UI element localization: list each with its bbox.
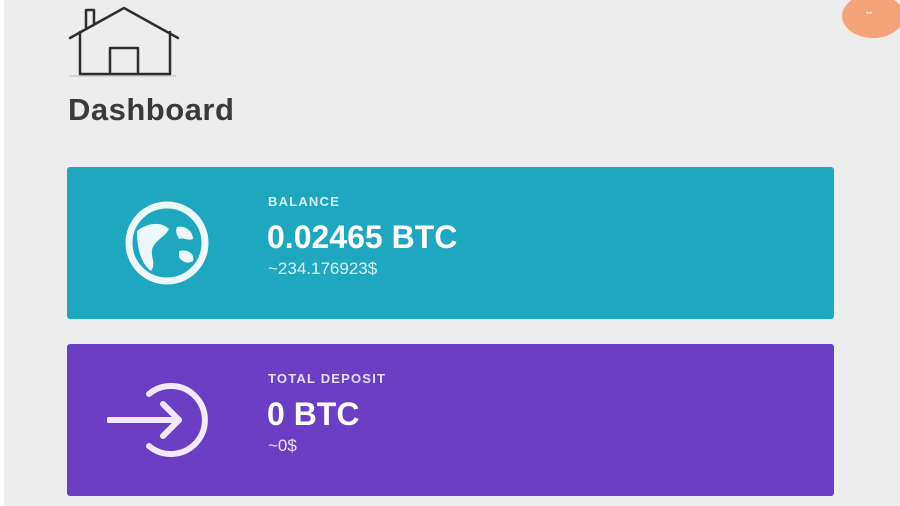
page-title: Dashboard [68,92,235,127]
balance-card[interactable]: BALANCE 0.02465 BTC ~234.176923$ [67,167,834,319]
balance-value: 0.02465 BTC [267,219,458,255]
globe-icon [125,201,209,285]
total-deposit-card[interactable]: TOTAL DEPOSIT 0 BTC ~0$ [67,344,834,496]
balance-usd: ~234.176923$ [268,259,378,278]
left-edge [0,0,4,506]
sign-in-icon [107,383,208,457]
deposit-label: TOTAL DEPOSIT [268,371,387,386]
home-icon[interactable] [66,4,182,78]
user-avatar[interactable]: •• [842,0,900,38]
dashboard-screen: •• Dashboard BALANCE 0.02465 BTC ~234.17… [0,0,900,506]
avatar-initials: •• [866,8,873,18]
balance-label: BALANCE [268,194,340,209]
deposit-usd: ~0$ [268,436,297,455]
deposit-value: 0 BTC [267,396,360,432]
